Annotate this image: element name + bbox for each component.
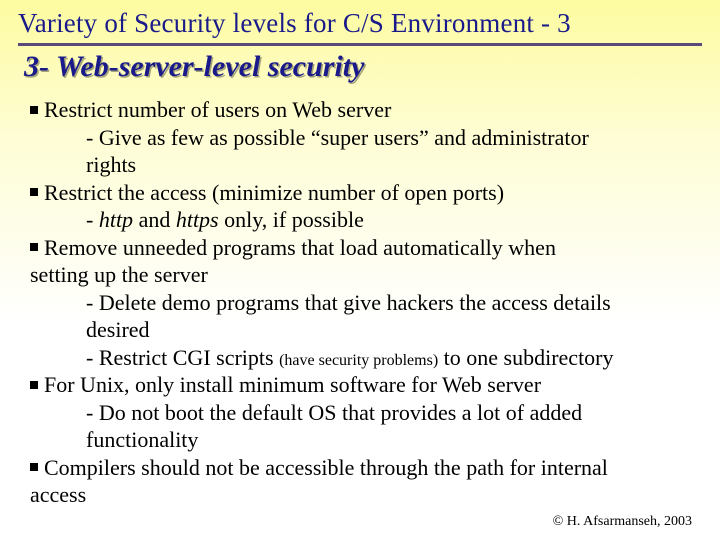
bullet-2-sub-1: - http and https only, if possible xyxy=(86,206,702,234)
square-bullet-icon xyxy=(30,188,38,196)
bullet-5-line-1: Compilers should not be accessible throu… xyxy=(30,454,702,482)
slide-subtitle: 3- Web-server-level security xyxy=(24,50,702,84)
bullet-2: Restrict the access (minimize number of … xyxy=(30,179,702,207)
bullet-5-line-2: access xyxy=(30,481,702,509)
square-bullet-icon xyxy=(30,381,38,389)
bullet-3-sub-1-line-1: - Delete demo programs that give hackers… xyxy=(86,289,702,317)
bullet-4-sub-1-line-1: - Do not boot the default OS that provid… xyxy=(86,399,702,427)
slide-title: Variety of Security levels for C/S Envir… xyxy=(18,8,702,39)
bullet-3-text-1: Remove unneeded programs that load autom… xyxy=(44,235,556,260)
bullet-1: Restrict number of users on Web server xyxy=(30,96,702,124)
square-bullet-icon xyxy=(30,463,38,471)
square-bullet-icon xyxy=(30,243,38,251)
bullet-4-text: For Unix, only install minimum software … xyxy=(44,372,541,397)
title-rule xyxy=(18,43,702,46)
bullet-2-text: Restrict the access (minimize number of … xyxy=(44,180,504,205)
bullet-3-sub-2: - Restrict CGI scripts (have security pr… xyxy=(86,344,702,372)
bullet-4-sub-1-line-2: functionality xyxy=(86,426,702,454)
bullet-3-line-2: setting up the server xyxy=(30,261,702,289)
bullet-1-sub-1-line-2: rights xyxy=(86,151,702,179)
bullet-4: For Unix, only install minimum software … xyxy=(30,371,702,399)
bullet-3-line-1: Remove unneeded programs that load autom… xyxy=(30,234,702,262)
bullet-5-text-1: Compilers should not be accessible throu… xyxy=(44,455,608,480)
http-italic: http xyxy=(99,207,133,232)
copyright-footer: © H. Afsarmanseh, 2003 xyxy=(553,514,692,530)
cgi-note: (have security problems) xyxy=(279,352,438,369)
bullet-1-sub-1-line-1: - Give as few as possible “super users” … xyxy=(86,124,702,152)
https-italic: https xyxy=(176,207,219,232)
content: Restrict number of users on Web server -… xyxy=(30,96,702,509)
square-bullet-icon xyxy=(30,106,38,114)
bullet-1-text: Restrict number of users on Web server xyxy=(44,97,391,122)
bullet-3-sub-1-line-2: desired xyxy=(86,316,702,344)
slide: Variety of Security levels for C/S Envir… xyxy=(0,0,720,540)
